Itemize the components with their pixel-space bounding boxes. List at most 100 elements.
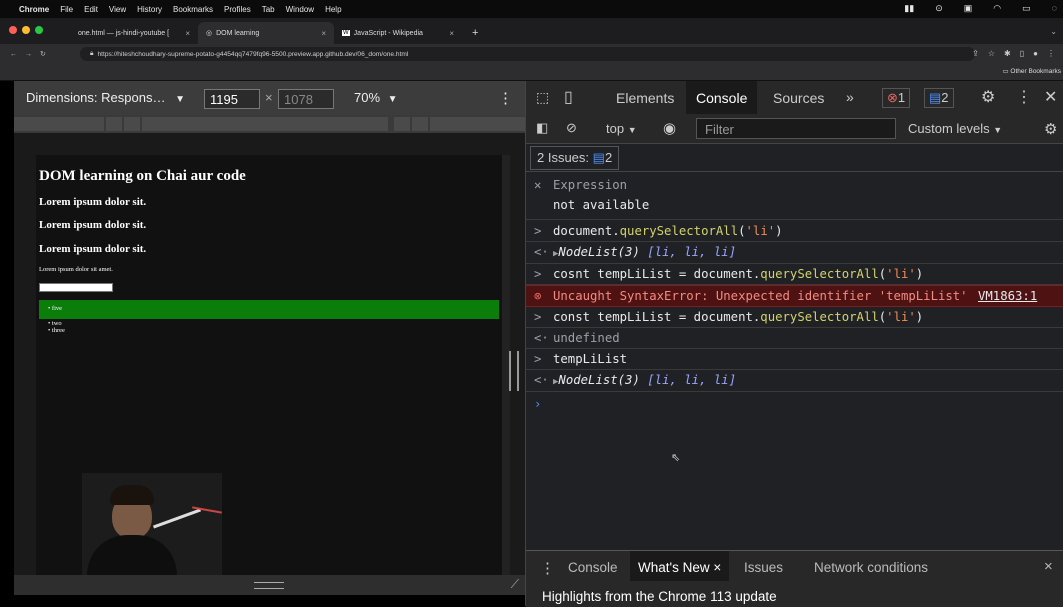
menu-profiles[interactable]: Profiles [224, 5, 251, 14]
clear-console-icon[interactable]: ⊘ [566, 120, 577, 136]
new-tab-button[interactable]: + [464, 22, 486, 44]
message-count-badge[interactable]: ▤2 [924, 88, 954, 108]
media-segment[interactable] [142, 117, 388, 131]
close-tab-icon[interactable]: × [713, 560, 721, 575]
console-input-line[interactable]: > cosnt tempLiList = document.querySelec… [526, 264, 1063, 285]
error-count-badge[interactable]: ⊗1 [882, 88, 911, 108]
sidepanel-icon[interactable]: ▯ [1020, 49, 1024, 58]
menu-bookmarks[interactable]: Bookmarks [173, 5, 213, 14]
settings-gear-icon[interactable]: ⚙ [981, 87, 995, 107]
resize-handle[interactable] [509, 351, 519, 391]
customize-menu-icon[interactable]: ⋮ [1016, 87, 1032, 107]
media-segment[interactable] [394, 117, 410, 131]
console-error-line: ⊗ Uncaught SyntaxError: Unexpected ident… [526, 285, 1063, 307]
log-levels-select[interactable]: Custom levels ▼ [908, 121, 1002, 136]
share-icon[interactable]: ⇪ [972, 49, 979, 58]
more-options-icon[interactable]: ⋮ [498, 89, 513, 107]
drawer-tab-console[interactable]: Console [568, 560, 618, 575]
device-toggle-icon[interactable]: ▯ [564, 87, 573, 107]
tab-elements[interactable]: Elements [616, 90, 674, 106]
menu-history[interactable]: History [137, 5, 162, 14]
tab-dom-learning[interactable]: ◎ DOM learning × [198, 22, 334, 44]
menu-view[interactable]: View [109, 5, 126, 14]
menu-help[interactable]: Help [325, 5, 341, 14]
bookmark-star-icon[interactable]: ☆ [988, 49, 995, 58]
remove-expression-icon[interactable]: ✕ [534, 178, 541, 192]
context-select[interactable]: top ▼ [606, 121, 637, 136]
menu-icon[interactable]: ⋮ [1047, 49, 1055, 58]
drawer-menu-icon[interactable]: ⋮ [540, 559, 555, 577]
corner-resize-icon[interactable]: ⟋ [511, 577, 519, 592]
height-input[interactable]: 1078 [278, 89, 334, 109]
menu-edit[interactable]: Edit [84, 5, 98, 14]
tab-search-icon[interactable]: ⌄ [1050, 27, 1057, 36]
record-icon[interactable]: ⊙ [935, 3, 943, 14]
zoom-select[interactable]: 70% ▼ [354, 90, 398, 105]
menu-file[interactable]: File [60, 5, 73, 14]
battery-icon[interactable]: ▭ [1022, 3, 1031, 14]
page-input[interactable] [39, 283, 113, 292]
console-input-line[interactable]: > const tempLiList = document.querySelec… [526, 307, 1063, 328]
console-input-line[interactable]: > tempLiList [526, 349, 1063, 370]
inspect-icon[interactable]: ⬚ [536, 89, 549, 106]
close-tab-icon[interactable]: × [185, 29, 190, 38]
issues-button[interactable]: 2 Issues: ▤2 [530, 146, 620, 170]
close-tab-icon[interactable]: × [449, 29, 454, 38]
page-subheading: Lorem ipsum dolor sit. [39, 196, 147, 208]
media-segment[interactable] [412, 117, 428, 131]
minimize-window-button[interactable] [22, 26, 30, 34]
zoom-window-button[interactable] [35, 26, 43, 34]
media-query-bar[interactable] [14, 115, 525, 133]
close-window-button[interactable] [9, 26, 17, 34]
page-paragraph: Lorem ipsum dolor sit amet. [39, 266, 113, 273]
other-bookmarks-button[interactable]: ▭ Other Bookmarks [1002, 67, 1061, 75]
console-result-line[interactable]: <· ▶NodeList(3) [li, li, li] [526, 370, 1063, 392]
live-expression-eye-icon[interactable]: ◉ [663, 119, 676, 137]
more-tabs-icon[interactable]: » [846, 89, 854, 105]
dimensions-select[interactable]: Dimensions: Respons… ▼ [26, 90, 185, 105]
log-levels-label: Custom levels [908, 121, 990, 136]
forward-icon[interactable]: → [25, 51, 32, 58]
console-result-line[interactable]: <· ▶NodeList(3) [li, li, li] [526, 242, 1063, 264]
tab-sources[interactable]: Sources [773, 90, 824, 106]
drawer-tab-network-conditions[interactable]: Network conditions [814, 560, 928, 575]
reload-icon[interactable]: ↻ [40, 50, 46, 58]
drawer-tab-issues[interactable]: Issues [744, 560, 783, 575]
tab-one-html[interactable]: one.html — js-hindi-youtube [ × [70, 22, 198, 44]
issues-label: 2 Issues: [537, 150, 590, 165]
console-input-line[interactable]: > document.querySelectorAll('li') [526, 221, 1063, 242]
tab-strip: one.html — js-hindi-youtube [ × ◎ DOM le… [0, 18, 1063, 44]
profile-icon[interactable]: ● [1033, 49, 1038, 58]
extensions-icon[interactable]: ✱ [1004, 49, 1011, 58]
back-icon[interactable]: ← [10, 51, 17, 58]
console-settings-icon[interactable]: ⚙ [1044, 120, 1057, 138]
width-input[interactable]: 1195 [204, 89, 260, 109]
drag-handle-icon[interactable] [254, 582, 284, 589]
media-segment[interactable] [106, 117, 122, 131]
menu-tab[interactable]: Tab [262, 5, 275, 14]
list-item-label: two [51, 320, 62, 327]
close-tab-icon[interactable]: × [321, 29, 326, 38]
expression-input[interactable]: Expression [553, 178, 627, 192]
sidebar-toggle-icon[interactable]: ◧ [536, 120, 548, 136]
close-drawer-icon[interactable]: × [1044, 558, 1053, 575]
drawer-tab-whats-new[interactable]: What's New × [630, 551, 730, 581]
tab-javascript-wikipedia[interactable]: W JavaScript - Wikipedia × [334, 22, 462, 44]
times-sign: × [265, 90, 273, 105]
screen-icon[interactable]: ▣ [964, 3, 973, 14]
url-input[interactable]: 🔒︎ https://hiteshchoudhary-supreme-potat… [80, 47, 975, 61]
viewport-bottom-handle[interactable]: ⟋ [14, 575, 525, 595]
menu-chrome[interactable]: Chrome [19, 5, 49, 14]
control-center-icon[interactable]: ▮▮ [904, 3, 914, 14]
error-source-link[interactable]: VM1863:1 [978, 289, 1037, 303]
filter-input[interactable]: Filter [696, 118, 896, 139]
close-devtools-icon[interactable]: ✕ [1044, 87, 1057, 107]
console-prompt[interactable]: › [526, 393, 1063, 433]
wifi-icon[interactable]: ◠ [993, 3, 1001, 14]
menu-window[interactable]: Window [286, 5, 314, 14]
tab-console[interactable]: Console [686, 81, 758, 114]
media-segment[interactable] [430, 117, 525, 131]
media-segment[interactable] [14, 117, 104, 131]
siri-icon[interactable]: ◌ [1052, 3, 1057, 14]
media-segment[interactable] [124, 117, 140, 131]
